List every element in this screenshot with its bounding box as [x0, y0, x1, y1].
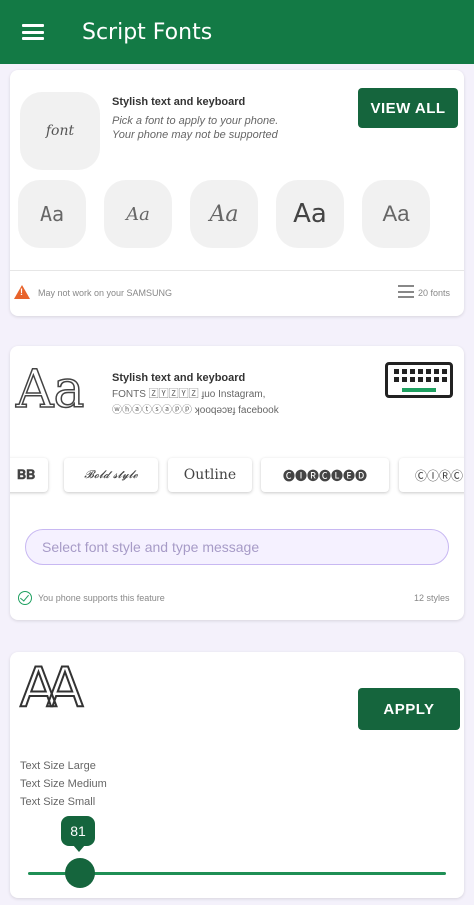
- stylish-aa-preview: Aa: [15, 359, 85, 421]
- style-chip[interactable]: ⒸⒾⓇⒸ: [399, 458, 464, 492]
- font-tile[interactable]: Aa: [18, 180, 86, 248]
- card2-style-line1: FONTS 🅉🅈🅉🅈🅉 ɟuo Instagram,: [112, 389, 266, 400]
- styles-count: 12 styles: [414, 593, 450, 603]
- text-size-card: AA APPLY Text Size Large Text Size Mediu…: [10, 652, 464, 898]
- style-chip[interactable]: Outline: [168, 458, 252, 492]
- message-input[interactable]: [25, 529, 449, 565]
- hamburger-menu-icon[interactable]: [22, 24, 44, 40]
- card1-subtitle-line2: Your phone may not be supported: [112, 129, 278, 141]
- divider: [10, 270, 464, 271]
- apply-button[interactable]: APPLY: [358, 688, 460, 730]
- text-size-slider-thumb[interactable]: [65, 858, 95, 888]
- card2-heading: Stylish text and keyboard: [112, 372, 246, 384]
- text-size-small-option[interactable]: Text Size Small: [20, 796, 95, 808]
- card1-heading: Stylish text and keyboard: [112, 96, 246, 108]
- compatibility-warning: May not work on your SAMSUNG: [38, 288, 173, 298]
- style-chip[interactable]: 𝓑𝓸𝓵𝓭 𝓼𝓽𝔂𝓵𝓮: [64, 458, 158, 492]
- style-chip[interactable]: 𝐁𝐁: [10, 458, 48, 492]
- app-title: Script Fonts: [82, 19, 213, 45]
- check-circle-icon: [18, 591, 32, 605]
- font-preview-tile[interactable]: font: [20, 92, 100, 170]
- text-size-large-option[interactable]: Text Size Large: [20, 760, 96, 772]
- style-chip[interactable]: 🅒🅘🅡🅒🅛🅔🅓: [261, 458, 389, 492]
- stylish-text-card: Aa Stylish text and keyboard FONTS 🅉🅈🅉🅈🅉…: [10, 346, 464, 620]
- app-bar: Script Fonts: [0, 0, 474, 64]
- text-size-aa-preview: AA: [19, 655, 84, 720]
- support-status: You phone supports this feature: [38, 593, 165, 603]
- font-tile[interactable]: Aa: [190, 180, 258, 248]
- font-tile[interactable]: Aa: [104, 180, 172, 248]
- fonts-count: 20 fonts: [418, 288, 451, 298]
- view-all-button[interactable]: VIEW ALL: [358, 88, 458, 128]
- font-tile[interactable]: Aa: [362, 180, 430, 248]
- slider-value-bubble: 81: [61, 816, 95, 852]
- font-picker-card: font Stylish text and keyboard Pick a fo…: [10, 70, 464, 316]
- font-style-chips: 𝐁𝐁 𝓑𝓸𝓵𝓭 𝓼𝓽𝔂𝓵𝓮 Outline 🅒🅘🅡🅒🅛🅔🅓 ⒸⒾⓇⒸ: [10, 456, 464, 496]
- warning-icon: [14, 285, 30, 299]
- text-size-medium-option[interactable]: Text Size Medium: [20, 778, 107, 790]
- font-tile-row: Aa Aa Aa Aa Aa: [18, 180, 464, 250]
- font-tile[interactable]: Aa: [276, 180, 344, 248]
- list-icon[interactable]: [398, 285, 414, 298]
- card1-subtitle-line1: Pick a font to apply to your phone.: [112, 115, 279, 127]
- keyboard-icon[interactable]: [385, 362, 453, 398]
- card2-style-line2: ⓦⓗⓐⓣⓢⓐⓟⓟ ʞooqǝɔɐɟ facebook: [112, 405, 279, 416]
